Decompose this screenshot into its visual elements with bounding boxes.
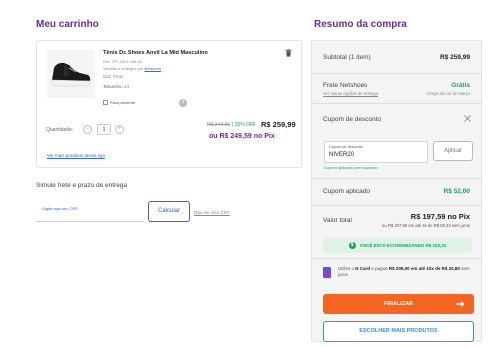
ncard-text-2: e pague [371,266,388,271]
subtotal-value: R$ 259,99 [440,54,470,61]
total-pix-price: R$ 197,59 no Pix [410,212,470,221]
quantity-input[interactable]: 1 [97,124,111,135]
product-image[interactable] [47,50,95,98]
calculate-shipping-button[interactable]: Calcular [148,201,190,222]
product-size: Tamanho: 43 [103,84,129,89]
divider [312,205,481,206]
ncard-offer: Utilize o N Card e pague R$ 208,00 em at… [323,264,472,282]
freight-date: Chega dia 15 de Março [426,91,470,96]
product-name[interactable]: Tênis Dc Shoes Anvil La Mid Masculino [103,50,208,56]
color-value: Preto [112,74,124,79]
coupon-applied-value: R$ 52,00 [443,188,470,195]
finalize-label: FINALIZAR [383,301,414,307]
choose-more-products-button[interactable]: ESCOLHER MAIS PRODUTOS [323,321,474,342]
freight-value: Grátis [451,82,470,89]
coupon-title: Cupom de desconto [323,116,382,123]
gift-label: Para presente [110,100,136,105]
product-seller-line: Vendido e entregue por Netshoes [103,66,161,71]
freight-details-row: Ver outras opções de entrega Chega dia 1… [323,91,470,96]
coupon-header-row[interactable]: Cupom de desconto [323,116,470,123]
ncard-name: N Card [355,266,371,271]
shoe-image-icon [51,62,91,87]
old-price: R$ 349,99 [207,122,231,128]
shipping-title: Simule frete e prazo de entrega [36,182,128,189]
color-label: Cor: [103,74,112,79]
economy-badge: $ VOCÊ ESTÁ ECONOMIZANDO R$ 152,31 [323,238,472,253]
ncard-price: R$ 208,00 em até 10x de R$ 20,80 [388,266,460,271]
freight-row: Frete Netshoes Grátis [323,82,470,89]
apply-coupon-button[interactable]: Aplicar [433,141,473,161]
cart-item-card: Tênis Dc Shoes Anvil La Mid Masculino Re… [36,40,302,168]
help-icon[interactable]: ? [179,99,187,107]
freight-options-link[interactable]: Ver outras opções de entrega [323,91,378,96]
product-ref: Ref.: PFI-2421-006-45 [103,59,142,64]
item-pix-price: ou R$ 249,59 no Pix [209,133,275,140]
divider [312,178,481,179]
cep-placeholder: Digite aqui seu CEP [42,206,78,211]
gift-option[interactable]: Para presente [103,100,135,105]
order-summary-panel: Subtotal (1 item) R$ 259,99 Frete Netsho… [311,40,482,342]
divider [312,73,481,74]
freight-label: Frete Netshoes [323,82,368,89]
coupon-success-message: Cupom aplicado com sucesso [324,165,378,170]
close-icon[interactable] [464,115,471,122]
finalize-button[interactable]: FINALIZAR [323,294,474,314]
coupon-applied-row: Cupom aplicado R$ 52,00 [323,188,470,195]
quantity-decrease-button[interactable]: − [83,125,92,134]
coupon-input[interactable]: Cupom de desconto NIVER20 [324,141,428,163]
cep-input[interactable]: Digite aqui seu CEP [36,200,144,222]
quantity-label: Quantidade: [46,127,74,133]
item-price: R$ 259,99 [261,120,296,129]
gift-checkbox[interactable] [103,100,108,105]
coupon-applied-label: Cupom aplicado [323,188,370,195]
total-label: Valor total [323,217,352,224]
ncard-text-1: Utilize o [338,266,355,271]
seller-link[interactable]: Netshoes [145,66,161,71]
quantity-increase-button[interactable]: + [115,125,124,134]
no-cep-link[interactable]: Não sei meu CEP [194,210,230,215]
savings-icon: $ [348,242,356,249]
total-installments: ou R$ 207,99 em até 3x de R$ 69,33 sem j… [382,223,470,228]
credit-card-icon [323,267,331,278]
summary-title: Resumo da compra [314,19,407,30]
size-label: Tamanho: [103,84,123,89]
more-from-store-link[interactable]: Ver mais produtos dessa loja [47,153,105,158]
discount-badge: | 25% OFF [232,122,257,128]
economy-text: VOCÊ ESTÁ ECONOMIZANDO R$ 152,31 [359,243,447,248]
divider [312,258,481,259]
ncard-text: Utilize o N Card e pague R$ 208,00 em at… [338,266,472,278]
sold-by-text: Vendido e entregue por [103,66,144,71]
size-value: 43 [124,84,130,89]
cart-title: Meu carrinho [36,19,99,30]
subtotal-label: Subtotal (1 item) [323,54,371,61]
coupon-value: NIVER20 [329,152,355,158]
coupon-field-label: Cupom de desconto [329,145,363,149]
arrow-right-icon [456,301,465,307]
trash-icon[interactable] [285,49,292,57]
subtotal-row: Subtotal (1 item) R$ 259,99 [323,54,470,61]
divider [312,103,481,104]
product-color: Cor: Preto [103,74,124,79]
